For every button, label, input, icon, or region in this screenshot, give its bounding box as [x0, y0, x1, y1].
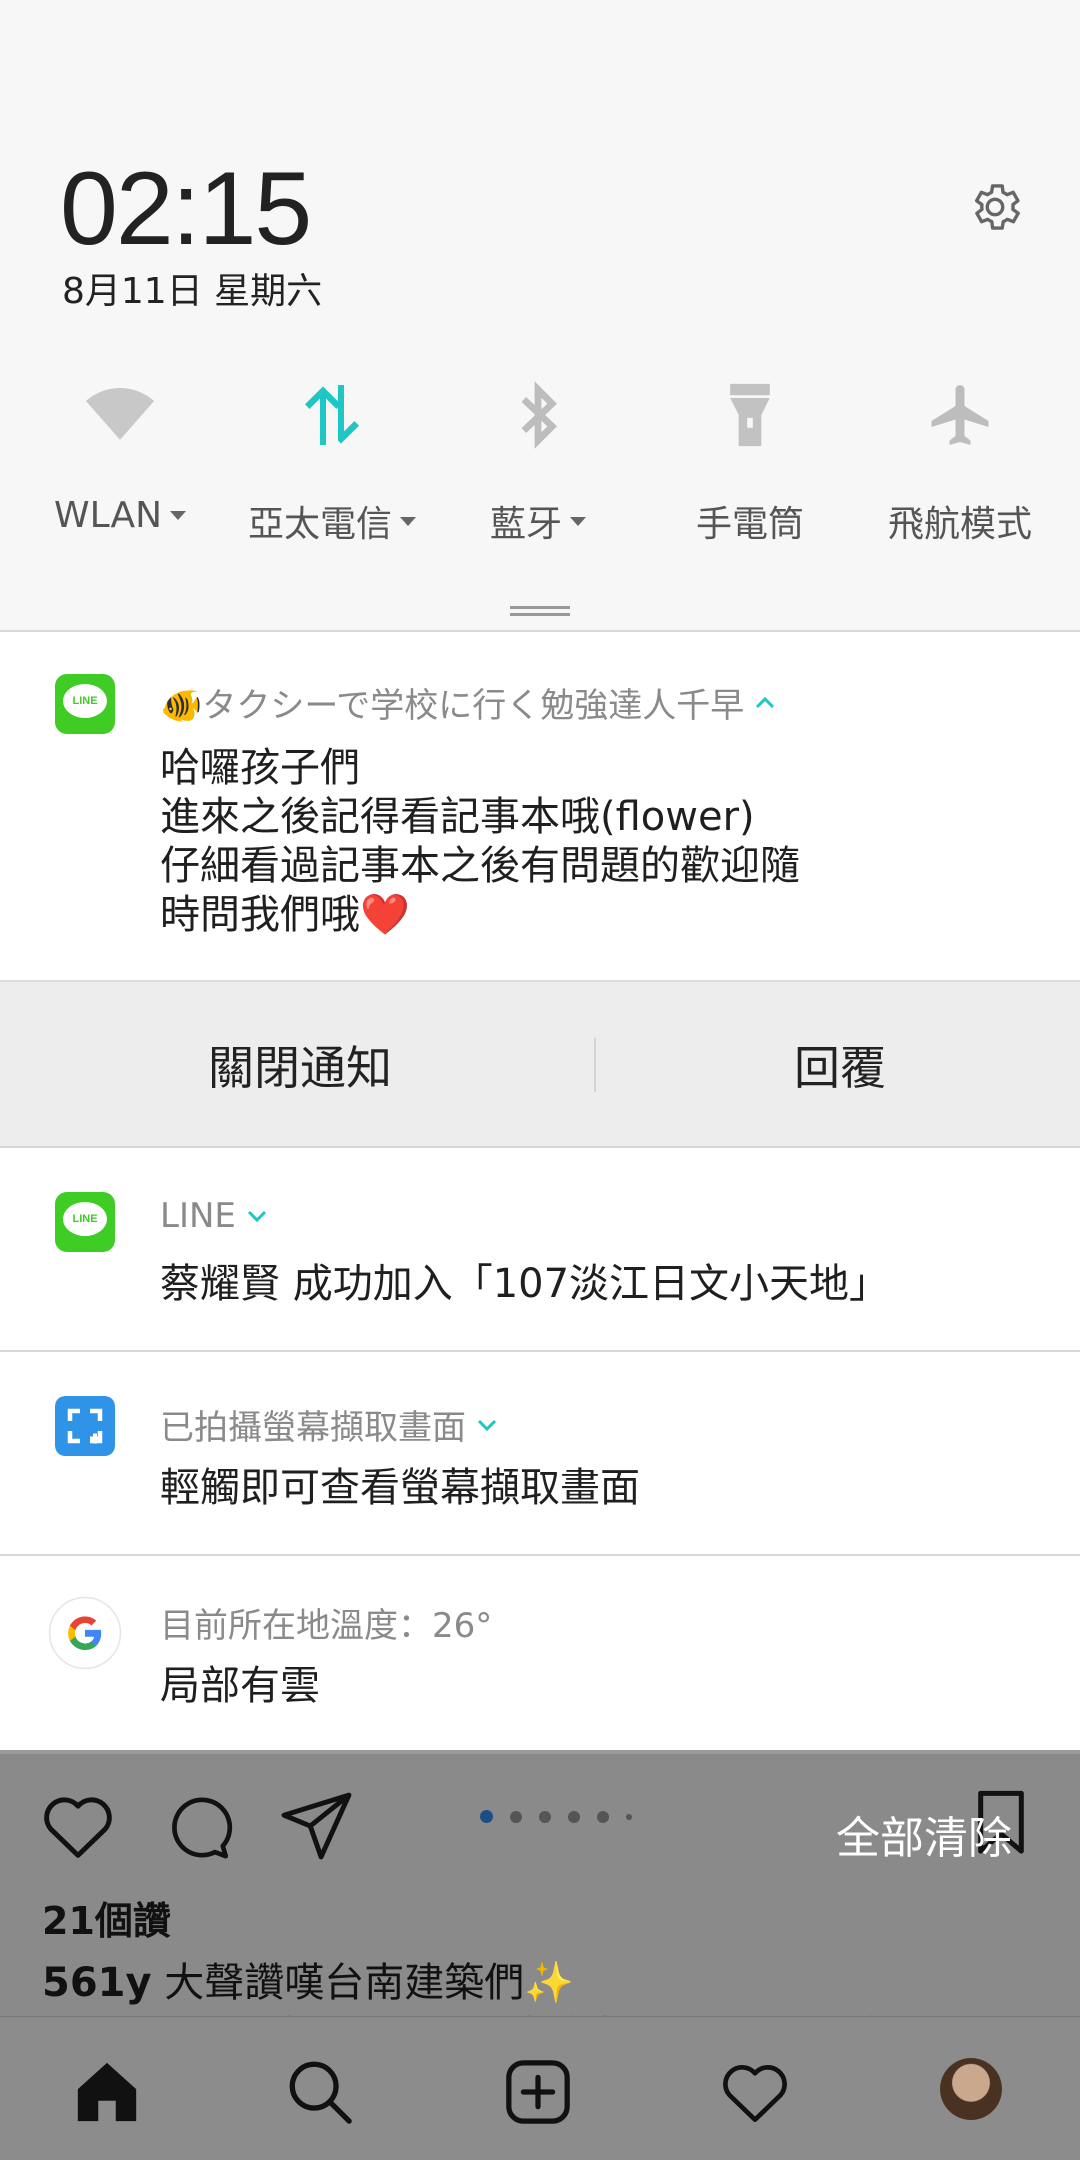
- tile-label-flashlight: 手電筒: [695, 504, 804, 545]
- post-caption: 561y 大聲讚嘆台南建築們✨: [42, 1950, 574, 2008]
- shade-bottom-edge: [0, 1750, 1080, 1754]
- line-icon: LINE: [55, 1192, 115, 1252]
- notification-text: 蔡耀賢 成功加入「107淡江日文小天地」: [160, 1261, 890, 1307]
- quick-settings-panel: 02:15 8月11日 星期六 WLAN 亞太電信 藍牙 手電筒 飛航模式: [0, 0, 1080, 630]
- notification-text: 局部有雲: [160, 1663, 320, 1709]
- home-icon[interactable]: [72, 2057, 142, 2127]
- tile-label-airplane-mode: 飛航模式: [887, 504, 1032, 545]
- tile-label-wlan: WLAN: [53, 495, 163, 536]
- tile-label-mobile-data: 亞太電信: [247, 504, 392, 545]
- notification-line-group[interactable]: LINE LINE 蔡耀賢 成功加入「107淡江日文小天地」: [0, 1146, 1080, 1350]
- tile-mobile-data[interactable]: 亞太電信: [232, 375, 432, 547]
- screenshot-icon: [55, 1396, 115, 1456]
- chevron-down-icon[interactable]: [476, 1418, 498, 1432]
- carousel-dots: [480, 1810, 632, 1823]
- message-line: 進來之後記得看記事本哦(flower): [160, 794, 755, 840]
- date: 8月11日 星期六: [62, 271, 323, 312]
- expand-handle[interactable]: [510, 606, 570, 616]
- notification-title: LINE: [160, 1196, 236, 1236]
- new-post-icon[interactable]: [503, 2057, 573, 2127]
- search-icon[interactable]: [285, 2057, 355, 2127]
- close-notification-button[interactable]: 關閉通知: [30, 982, 570, 1148]
- tile-airplane-mode[interactable]: 飛航模式: [860, 375, 1060, 547]
- notification-message: 哈囉孩子們 進來之後記得看記事本哦(flower) 仔細看過記事本之後有問題的歡…: [160, 744, 800, 940]
- google-icon: [48, 1596, 122, 1670]
- message-line: 時問我們哦❤️: [160, 892, 410, 938]
- notification-title: 🐠タクシーで学校に行く勉強達人千早: [160, 686, 745, 726]
- notification-weather[interactable]: 目前所在地溫度：26° 局部有雲: [0, 1554, 1080, 1752]
- notification-shade: 02:15 8月11日 星期六 WLAN 亞太電信 藍牙 手電筒 飛航模式 LI…: [0, 0, 1080, 1754]
- mobile-data-icon: [305, 385, 359, 445]
- clear-all-button[interactable]: 全部清除: [836, 1802, 1012, 1866]
- tile-bluetooth[interactable]: 藍牙: [438, 375, 638, 547]
- tile-flashlight[interactable]: 手電筒: [650, 375, 850, 547]
- line-icon: LINE: [55, 674, 115, 734]
- profile-avatar[interactable]: [940, 2058, 1002, 2120]
- tile-wlan[interactable]: WLAN: [20, 375, 220, 536]
- notification-title: 已拍攝螢幕擷取畫面: [160, 1408, 466, 1448]
- like-heart-icon[interactable]: [40, 1792, 116, 1860]
- caption-username[interactable]: 561y: [42, 1960, 152, 2006]
- clock: 02:15: [60, 151, 312, 267]
- notification-title: 目前所在地溫度：26°: [160, 1606, 493, 1646]
- bottom-navigation: [0, 2016, 1080, 2160]
- notification-screenshot[interactable]: 已拍攝螢幕擷取畫面 輕觸即可查看螢幕擷取畫面: [0, 1350, 1080, 1554]
- notification-text: 輕觸即可查看螢幕擷取畫面: [160, 1465, 640, 1511]
- flashlight-icon: [730, 383, 770, 447]
- settings-gear-icon[interactable]: [966, 178, 1024, 236]
- chevron-down-icon[interactable]: [246, 1209, 268, 1223]
- tile-label-bluetooth: 藍牙: [489, 504, 562, 545]
- notification-line-message[interactable]: LINE 🐠タクシーで学校に行く勉強達人千早 哈囉孩子們 進來之後記得看記事本哦…: [0, 630, 1080, 980]
- likes-count: 21個讚: [42, 1899, 171, 1943]
- share-send-icon[interactable]: [280, 1792, 356, 1860]
- dropdown-caret-icon: [170, 511, 187, 520]
- message-line: 哈囉孩子們: [160, 745, 360, 791]
- activity-heart-icon[interactable]: [720, 2057, 790, 2127]
- chevron-up-icon[interactable]: [754, 696, 776, 710]
- notification-actions: 關閉通知 回覆: [0, 980, 1080, 1146]
- message-line: 仔細看過記事本之後有問題的歡迎隨: [160, 843, 800, 889]
- post-actions: 全部清除: [0, 1752, 1080, 1902]
- dropdown-caret-icon: [570, 516, 586, 526]
- reply-button[interactable]: 回覆: [570, 982, 1080, 1148]
- bluetooth-icon: [521, 381, 558, 449]
- airplane-icon: [931, 385, 989, 445]
- comment-icon[interactable]: [162, 1792, 234, 1862]
- caption-text: 大聲讚嘆台南建築們✨: [164, 1960, 575, 2006]
- wifi-icon: [85, 388, 155, 440]
- dropdown-caret-icon: [400, 516, 416, 526]
